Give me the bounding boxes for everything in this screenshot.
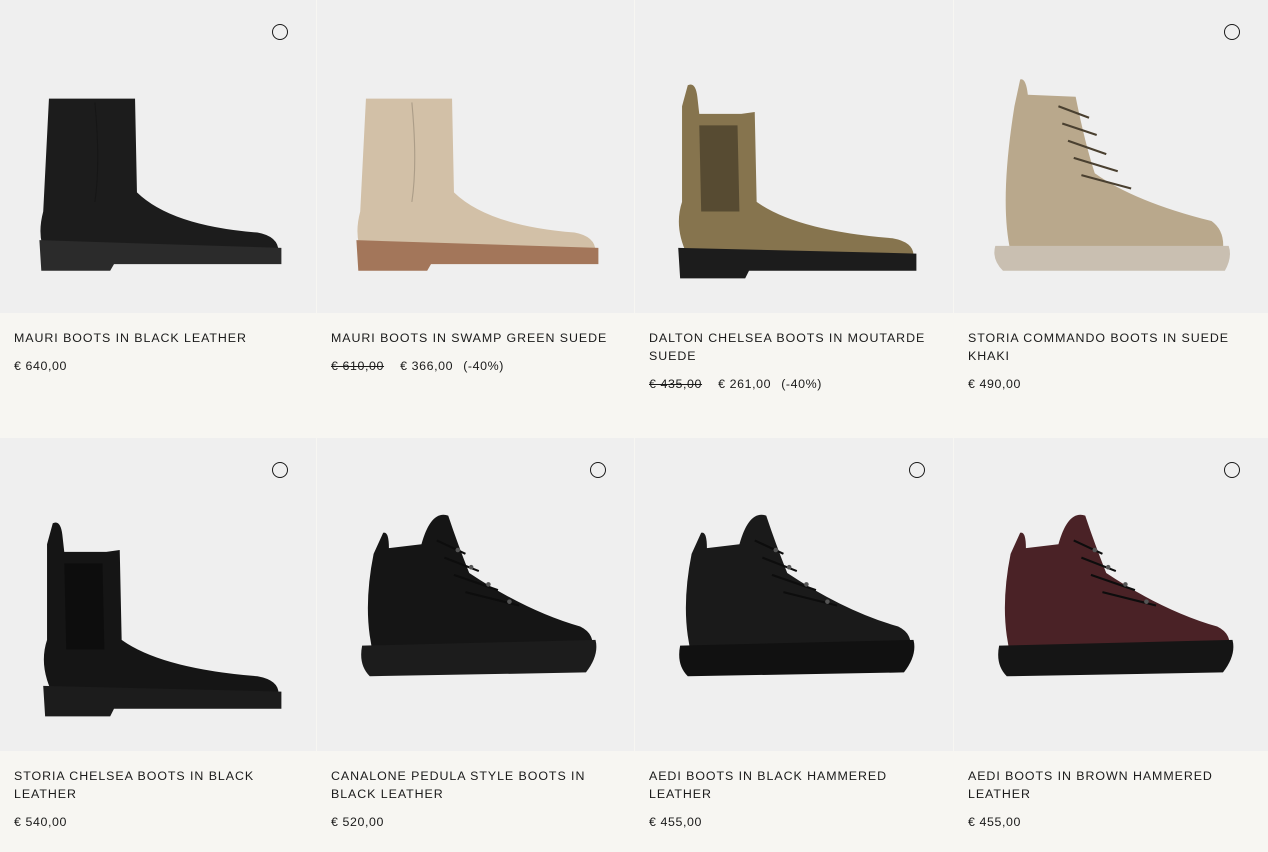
product-info: MAURI BOOTS IN SWAMP GREEN SUEDE € 610,0…: [317, 313, 634, 375]
product-name[interactable]: CANALONE PEDULA STYLE BOOTS IN BLACK LEA…: [331, 767, 620, 803]
product-price: € 640,00: [14, 359, 68, 373]
product-info: STORIA COMMANDO BOOTS IN SUEDE KHAKI € 4…: [954, 313, 1268, 393]
product-grid: MAURI BOOTS IN BLACK LEATHER € 640,00 MA…: [0, 0, 1268, 852]
original-price: € 435,00: [649, 377, 703, 391]
product-name[interactable]: STORIA COMMANDO BOOTS IN SUEDE KHAKI: [968, 329, 1254, 365]
product-info: MAURI BOOTS IN BLACK LEATHER € 640,00: [0, 313, 316, 375]
product-info: CANALONE PEDULA STYLE BOOTS IN BLACK LEA…: [317, 751, 634, 831]
product-info: DALTON CHELSEA BOOTS IN MOUTARDE SUEDE €…: [635, 313, 953, 393]
product-card[interactable]: MAURI BOOTS IN BLACK LEATHER € 640,00: [0, 0, 316, 437]
product-image[interactable]: [317, 0, 634, 313]
product-image[interactable]: [635, 0, 953, 313]
product-image[interactable]: [0, 0, 316, 313]
product-image[interactable]: [635, 438, 953, 751]
product-info: AEDI BOOTS IN BROWN HAMMERED LEATHER € 4…: [954, 751, 1268, 831]
product-price-row: € 610,00 € 366,00 (-40%): [331, 357, 620, 375]
wishlist-toggle[interactable]: [272, 462, 288, 478]
chelsea-boot-icon: [678, 84, 917, 279]
product-price-row: € 435,00 € 261,00 (-40%): [649, 375, 939, 393]
discount-badge: (-40%): [781, 377, 822, 391]
product-card[interactable]: MAURI BOOTS IN SWAMP GREEN SUEDE € 610,0…: [317, 0, 634, 437]
product-image[interactable]: [954, 438, 1268, 751]
product-card[interactable]: AEDI BOOTS IN BROWN HAMMERED LEATHER € 4…: [954, 438, 1268, 852]
product-image[interactable]: [0, 438, 316, 751]
product-name[interactable]: AEDI BOOTS IN BLACK HAMMERED LEATHER: [649, 767, 939, 803]
product-card[interactable]: STORIA COMMANDO BOOTS IN SUEDE KHAKI € 4…: [954, 0, 1268, 437]
product-card[interactable]: CANALONE PEDULA STYLE BOOTS IN BLACK LEA…: [317, 438, 634, 852]
hiking-boot-icon: [679, 514, 915, 677]
product-price: € 261,00: [718, 377, 772, 391]
beige-suede-boot-icon: [356, 98, 599, 271]
product-price-row: € 490,00: [968, 375, 1254, 393]
product-card[interactable]: AEDI BOOTS IN BLACK HAMMERED LEATHER € 4…: [635, 438, 953, 852]
original-price: € 610,00: [331, 359, 385, 373]
product-price: € 540,00: [14, 815, 68, 829]
hiking-boot-icon: [361, 514, 597, 677]
wishlist-toggle[interactable]: [909, 462, 925, 478]
product-price-row: € 520,00: [331, 813, 620, 831]
product-price: € 455,00: [968, 815, 1022, 829]
black-leather-boot-icon: [39, 98, 282, 271]
product-price: € 490,00: [968, 377, 1022, 391]
product-name[interactable]: AEDI BOOTS IN BROWN HAMMERED LEATHER: [968, 767, 1254, 803]
product-price: € 520,00: [331, 815, 385, 829]
wishlist-toggle[interactable]: [1224, 462, 1240, 478]
product-price-row: € 455,00: [968, 813, 1254, 831]
wishlist-toggle[interactable]: [272, 24, 288, 40]
lace-up-boot-icon: [994, 79, 1230, 271]
wishlist-toggle[interactable]: [1224, 24, 1240, 40]
hiking-boot-icon: [998, 514, 1234, 677]
product-name[interactable]: DALTON CHELSEA BOOTS IN MOUTARDE SUEDE: [649, 329, 939, 365]
product-card[interactable]: DALTON CHELSEA BOOTS IN MOUTARDE SUEDE €…: [635, 0, 953, 437]
product-info: AEDI BOOTS IN BLACK HAMMERED LEATHER € 4…: [635, 751, 953, 831]
product-image[interactable]: [317, 438, 634, 751]
product-name[interactable]: MAURI BOOTS IN BLACK LEATHER: [14, 329, 302, 347]
product-price-row: € 640,00: [14, 357, 302, 375]
discount-badge: (-40%): [463, 359, 504, 373]
wishlist-toggle[interactable]: [590, 462, 606, 478]
chelsea-boot-icon: [43, 522, 282, 717]
product-card[interactable]: STORIA CHELSEA BOOTS IN BLACK LEATHER € …: [0, 438, 316, 852]
product-price-row: € 455,00: [649, 813, 939, 831]
product-name[interactable]: MAURI BOOTS IN SWAMP GREEN SUEDE: [331, 329, 620, 347]
product-info: STORIA CHELSEA BOOTS IN BLACK LEATHER € …: [0, 751, 316, 831]
product-name[interactable]: STORIA CHELSEA BOOTS IN BLACK LEATHER: [14, 767, 302, 803]
product-price: € 455,00: [649, 815, 703, 829]
product-price: € 366,00: [400, 359, 454, 373]
product-image[interactable]: [954, 0, 1268, 313]
product-price-row: € 540,00: [14, 813, 302, 831]
